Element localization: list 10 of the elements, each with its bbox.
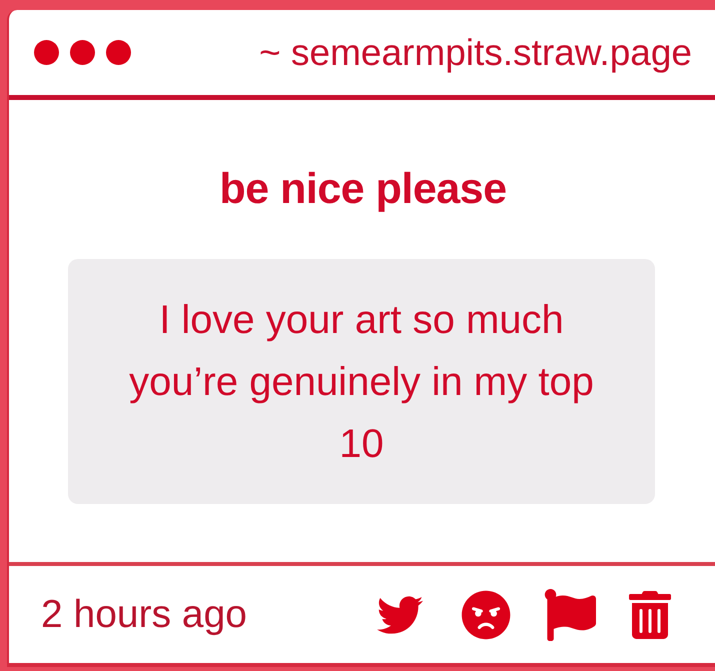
flag-icon bbox=[544, 588, 596, 640]
report-button[interactable] bbox=[544, 588, 596, 640]
angry-reaction-button[interactable] bbox=[461, 590, 511, 640]
angry-face-icon bbox=[461, 590, 511, 640]
trash-icon bbox=[629, 590, 671, 640]
delete-button[interactable] bbox=[629, 590, 671, 640]
page-address: ~ semearmpits.straw.page bbox=[259, 34, 692, 71]
message-text: I love your art so much you’re genuinely in my top 10 bbox=[128, 296, 595, 468]
timestamp: 2 hours ago bbox=[41, 595, 247, 634]
prompt-title: be nice please bbox=[220, 168, 506, 211]
